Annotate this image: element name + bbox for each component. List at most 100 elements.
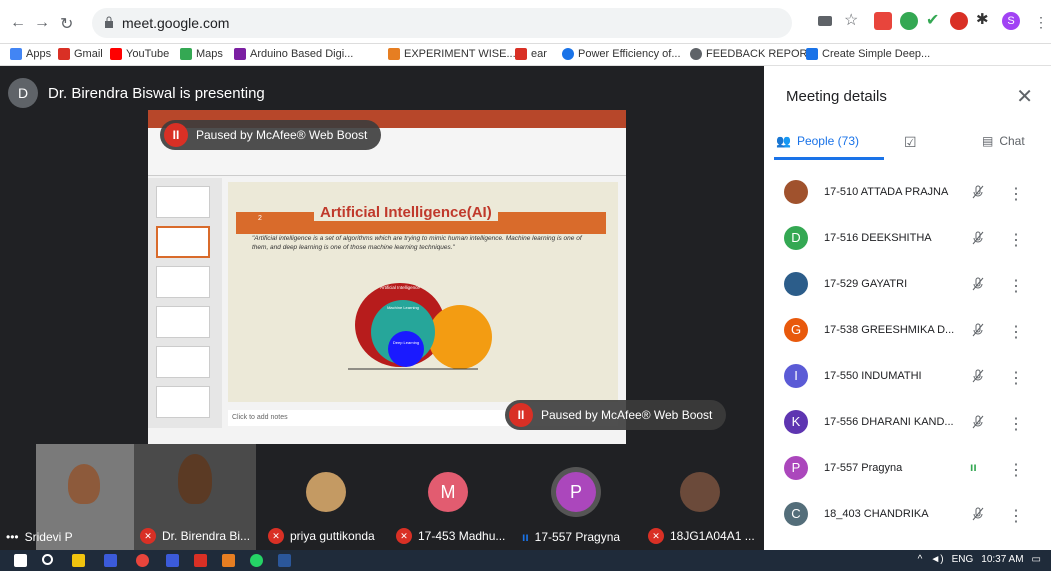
participant-row[interactable]: C 18_403 CHANDRIKA ⋮	[764, 496, 1051, 542]
slide-title: Artificial Intelligence(AI)	[314, 204, 498, 221]
app-icon[interactable]	[222, 554, 235, 567]
more-options-icon[interactable]: ⋮	[1008, 230, 1024, 250]
gmail-icon	[58, 48, 70, 60]
chrome-icon[interactable]	[136, 554, 149, 567]
close-icon[interactable]: ✕	[1016, 84, 1033, 109]
bookmark-gmail[interactable]: Gmail	[58, 48, 103, 60]
more-options-icon[interactable]: ⋮	[1008, 460, 1024, 480]
more-options-icon[interactable]: ⋮	[1008, 276, 1024, 296]
participant-avatar: I	[784, 364, 808, 388]
mic-off-icon	[972, 323, 984, 337]
reload-icon[interactable]: ↻	[60, 14, 73, 34]
participant-avatar: K	[784, 410, 808, 434]
participant-name: 17-556 DHARANI KAND...	[824, 416, 954, 428]
check-icon[interactable]: ✔	[926, 10, 944, 29]
bookmark-experiment[interactable]: EXPERIMENT WISE...	[388, 48, 516, 60]
tab-activities[interactable]: ☑	[904, 134, 917, 151]
globe-icon	[690, 48, 702, 60]
mic-off-icon	[972, 507, 984, 521]
url-text: meet.google.com	[122, 15, 230, 31]
mic-off-icon	[972, 369, 984, 383]
volume-icon[interactable]: ◄)	[930, 554, 943, 565]
more-options-icon[interactable]: ⋮	[1008, 506, 1024, 526]
more-options-icon[interactable]: ⋮	[1008, 184, 1024, 204]
system-tray: ^ ◄) ENG 10:37 AM ▭	[918, 554, 1041, 565]
gmail-icon	[515, 48, 527, 60]
presenter-text: Dr. Birendra Biswal is presenting	[48, 84, 265, 102]
app-icon[interactable]	[104, 554, 117, 567]
back-icon[interactable]: ←	[10, 14, 26, 32]
extension-icon[interactable]	[874, 12, 892, 30]
star-icon[interactable]: ☆	[844, 10, 862, 29]
mic-off-icon: ✕	[396, 528, 412, 544]
more-options-icon[interactable]: ⋮	[1008, 414, 1024, 434]
clock[interactable]: 10:37 AM	[981, 554, 1023, 565]
camera-icon[interactable]	[818, 16, 832, 26]
bookmark-power[interactable]: Power Efficiency of...	[562, 48, 681, 60]
presenter-banner: D Dr. Birendra Biswal is presenting	[8, 78, 265, 108]
participant-name: 18_403 CHANDRIKA	[824, 508, 929, 520]
more-options-icon[interactable]: ⋮	[1008, 322, 1024, 342]
ai-label: Artificial Intelligence	[380, 285, 420, 290]
slide-thumbnail	[156, 266, 210, 298]
chevron-up-icon[interactable]: ^	[918, 554, 923, 565]
bookmark-maps[interactable]: Maps	[180, 48, 223, 60]
participant-row[interactable]: 17-529 GAYATRI ⋮	[764, 266, 1051, 312]
bookmark-arduino[interactable]: Arduino Based Digi...	[234, 48, 353, 60]
speaking-icon: ıı	[522, 530, 529, 544]
current-slide: 2 Artificial Intelligence(AI) "Artificia…	[228, 182, 618, 402]
address-bar[interactable]: meet.google.com	[92, 8, 792, 38]
bookmarks-bar: Apps Gmail YouTube Maps Arduino Based Di…	[0, 44, 1051, 66]
participant-row[interactable]: 17-510 ATTADA PRAJNA ⋮	[764, 174, 1051, 220]
mic-off-icon	[972, 415, 984, 429]
bookmark-ear[interactable]: ear	[515, 48, 547, 60]
mic-off-icon	[972, 277, 984, 291]
app-icon[interactable]	[194, 554, 207, 567]
slide-number: 2	[258, 215, 262, 222]
search-icon[interactable]	[42, 554, 53, 565]
whatsapp-icon[interactable]	[250, 554, 263, 567]
tile-18jg[interactable]: ✕ 18JG1A04A1 ...	[642, 444, 764, 550]
meeting-details-panel: Meeting details ✕ 👥 People (73) ☑ ▤ Chat…	[764, 66, 1051, 550]
mic-off-icon	[972, 231, 984, 245]
more-options-icon[interactable]: ⋮	[1008, 368, 1024, 388]
grammarly-icon[interactable]	[900, 12, 918, 30]
tile-priya[interactable]: ✕ priya guttikonda	[262, 444, 388, 550]
notification-icon[interactable]: ▭	[1032, 554, 1041, 565]
mic-off-icon: ✕	[268, 528, 284, 544]
tile-sridevi[interactable]: ••• Sridevi P	[6, 444, 134, 550]
mic-off-icon: ✕	[648, 528, 664, 544]
mcafee-icon[interactable]	[950, 12, 968, 30]
bookmark-youtube[interactable]: YouTube	[110, 48, 169, 60]
windows-start-icon[interactable]	[14, 554, 27, 567]
participant-row[interactable]: I 17-550 INDUMATHI ⋮	[764, 358, 1051, 404]
tile-pragyna[interactable]: P ıı 17-557 Pragyna	[516, 444, 642, 550]
participant-row[interactable]: P 17-557 Pragyna ıı ⋮	[764, 450, 1051, 496]
mic-off-icon	[972, 185, 984, 199]
avatar: P	[556, 472, 596, 512]
participant-name: 17-557 Pragyna	[824, 462, 903, 474]
shared-powerpoint-window: 2 Artificial Intelligence(AI) "Artificia…	[148, 110, 626, 498]
tile-madhu[interactable]: M ✕ 17-453 Madhu...	[390, 444, 516, 550]
avatar-photo	[306, 472, 346, 512]
slide-thumbnail	[156, 226, 210, 258]
bookmark-create[interactable]: Create Simple Deep...	[806, 48, 930, 60]
tab-people[interactable]: 👥 People (73)	[776, 134, 859, 148]
participant-row[interactable]: G 17-538 GREESHMIKA D... ⋮	[764, 312, 1051, 358]
puzzle-icon[interactable]: ✱	[976, 10, 994, 28]
language-indicator[interactable]: ENG	[952, 554, 974, 565]
tile-birendra[interactable]: ✕ Dr. Birendra Bi...	[134, 444, 256, 550]
bookmark-apps[interactable]: Apps	[10, 48, 51, 60]
word-icon[interactable]	[278, 554, 291, 567]
profile-avatar[interactable]: S	[1002, 12, 1020, 30]
file-explorer-icon[interactable]	[72, 554, 85, 567]
app-icon[interactable]	[166, 554, 179, 567]
more-icon: •••	[6, 530, 19, 544]
participant-row[interactable]: K 17-556 DHARANI KAND... ⋮	[764, 404, 1051, 450]
presentation-stage: D Dr. Birendra Biswal is presenting 2 Ar…	[0, 66, 764, 498]
tab-chat[interactable]: ▤ Chat	[982, 134, 1025, 148]
bookmark-feedback[interactable]: FEEDBACK REPORT	[690, 48, 814, 60]
participant-row[interactable]: D 17-516 DEEKSHITHA ⋮	[764, 220, 1051, 266]
menu-icon[interactable]: ⋮	[1034, 14, 1048, 31]
forward-icon[interactable]: →	[34, 14, 50, 32]
